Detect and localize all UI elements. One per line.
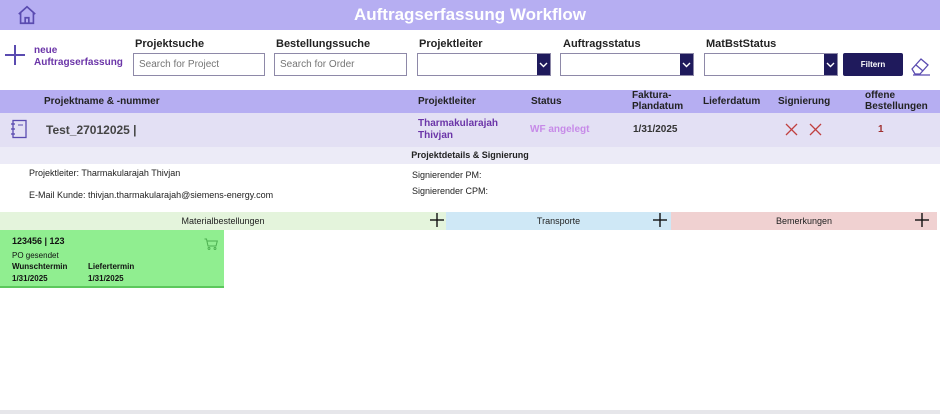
filter-button[interactable]: Filtern bbox=[843, 53, 903, 76]
add-icon[interactable] bbox=[4, 44, 26, 66]
projektleiter-filter-label: Projektleiter bbox=[419, 38, 483, 50]
wunschtermin-value: 1/31/2025 bbox=[12, 274, 48, 283]
section-material: Materialbestellungen bbox=[0, 212, 446, 230]
col-header-name: Projektname & -nummer bbox=[44, 96, 160, 107]
order-number: 123456 | 123 bbox=[12, 236, 65, 246]
table-header: Projektname & -nummer Projektleiter Stat… bbox=[0, 90, 940, 113]
add-icon[interactable] bbox=[652, 212, 668, 228]
bottom-scrollbar[interactable] bbox=[0, 410, 940, 414]
liefertermin-label: Liefertermin bbox=[88, 262, 135, 271]
projektleiter-dropdown[interactable] bbox=[417, 53, 551, 76]
details-heading: Projektdetails & Signierung bbox=[0, 147, 940, 164]
open-orders-count: 1 bbox=[878, 124, 884, 135]
project-name: Test_27012025 | bbox=[46, 123, 137, 137]
col-header-lieferdatum: Lieferdatum bbox=[703, 96, 761, 107]
wunschtermin-label: Wunschtermin bbox=[12, 262, 68, 271]
cart-icon[interactable] bbox=[204, 238, 218, 250]
status-badge: WF angelegt bbox=[530, 124, 590, 135]
matbststatus-dropdown[interactable] bbox=[704, 53, 838, 76]
order-search-input[interactable] bbox=[274, 53, 407, 76]
new-order-button[interactable]: neue Auftragserfassung bbox=[34, 45, 130, 69]
auftragsstatus-filter-label: Auftragsstatus bbox=[563, 38, 641, 50]
add-icon[interactable] bbox=[429, 212, 445, 228]
close-icon[interactable] bbox=[809, 123, 822, 136]
section-bemerkungen: Bemerkungen bbox=[671, 212, 937, 230]
matbststatus-filter-label: MatBstStatus bbox=[706, 38, 777, 50]
col-header-offene: offene Bestellungen bbox=[865, 90, 928, 112]
section-transporte: Transporte bbox=[446, 212, 671, 230]
col-header-faktura: Faktura-Plandatum bbox=[632, 90, 684, 112]
col-header-signierung: Signierung bbox=[778, 96, 831, 107]
title-bar: Auftragserfassung Workflow bbox=[0, 0, 940, 30]
detail-email: E-Mail Kunde: thivjan.tharmakularajah@si… bbox=[29, 190, 274, 200]
project-lead: Tharmakularajah Thivjan bbox=[418, 118, 499, 141]
liefertermin-value: 1/31/2025 bbox=[88, 274, 124, 283]
chevron-down-icon[interactable] bbox=[680, 54, 693, 75]
notebook-icon bbox=[11, 119, 27, 139]
auftragsstatus-dropdown[interactable] bbox=[560, 53, 694, 76]
faktura-date: 1/31/2025 bbox=[633, 124, 678, 135]
filter-toolbar: neue Auftragserfassung Projektsuche Best… bbox=[0, 30, 940, 90]
table-row[interactable]: Test_27012025 | Tharmakularajah Thivjan … bbox=[0, 113, 940, 147]
order-status: PO gesendet bbox=[12, 251, 59, 260]
chevron-down-icon[interactable] bbox=[824, 54, 837, 75]
order-card[interactable]: 123456 | 123 PO gesendet Wunschtermin Li… bbox=[0, 230, 224, 288]
close-icon[interactable] bbox=[785, 123, 798, 136]
order-search-label: Bestellungssuche bbox=[276, 38, 371, 50]
detail-sig-pm: Signierender PM: bbox=[412, 170, 482, 180]
add-icon[interactable] bbox=[914, 212, 930, 228]
detail-projektleiter: Projektleiter: Tharmakularajah Thivjan bbox=[29, 168, 181, 178]
chevron-down-icon[interactable] bbox=[537, 54, 550, 75]
eraser-icon[interactable] bbox=[909, 54, 931, 76]
detail-sig-cpm: Signierender CPM: bbox=[412, 186, 489, 196]
page-title: Auftragserfassung Workflow bbox=[353, 5, 587, 24]
project-search-label: Projektsuche bbox=[135, 38, 205, 50]
project-search-input[interactable] bbox=[133, 53, 265, 76]
home-icon[interactable] bbox=[16, 4, 38, 26]
col-header-status: Status bbox=[531, 96, 562, 107]
col-header-projektleiter: Projektleiter bbox=[418, 96, 476, 107]
